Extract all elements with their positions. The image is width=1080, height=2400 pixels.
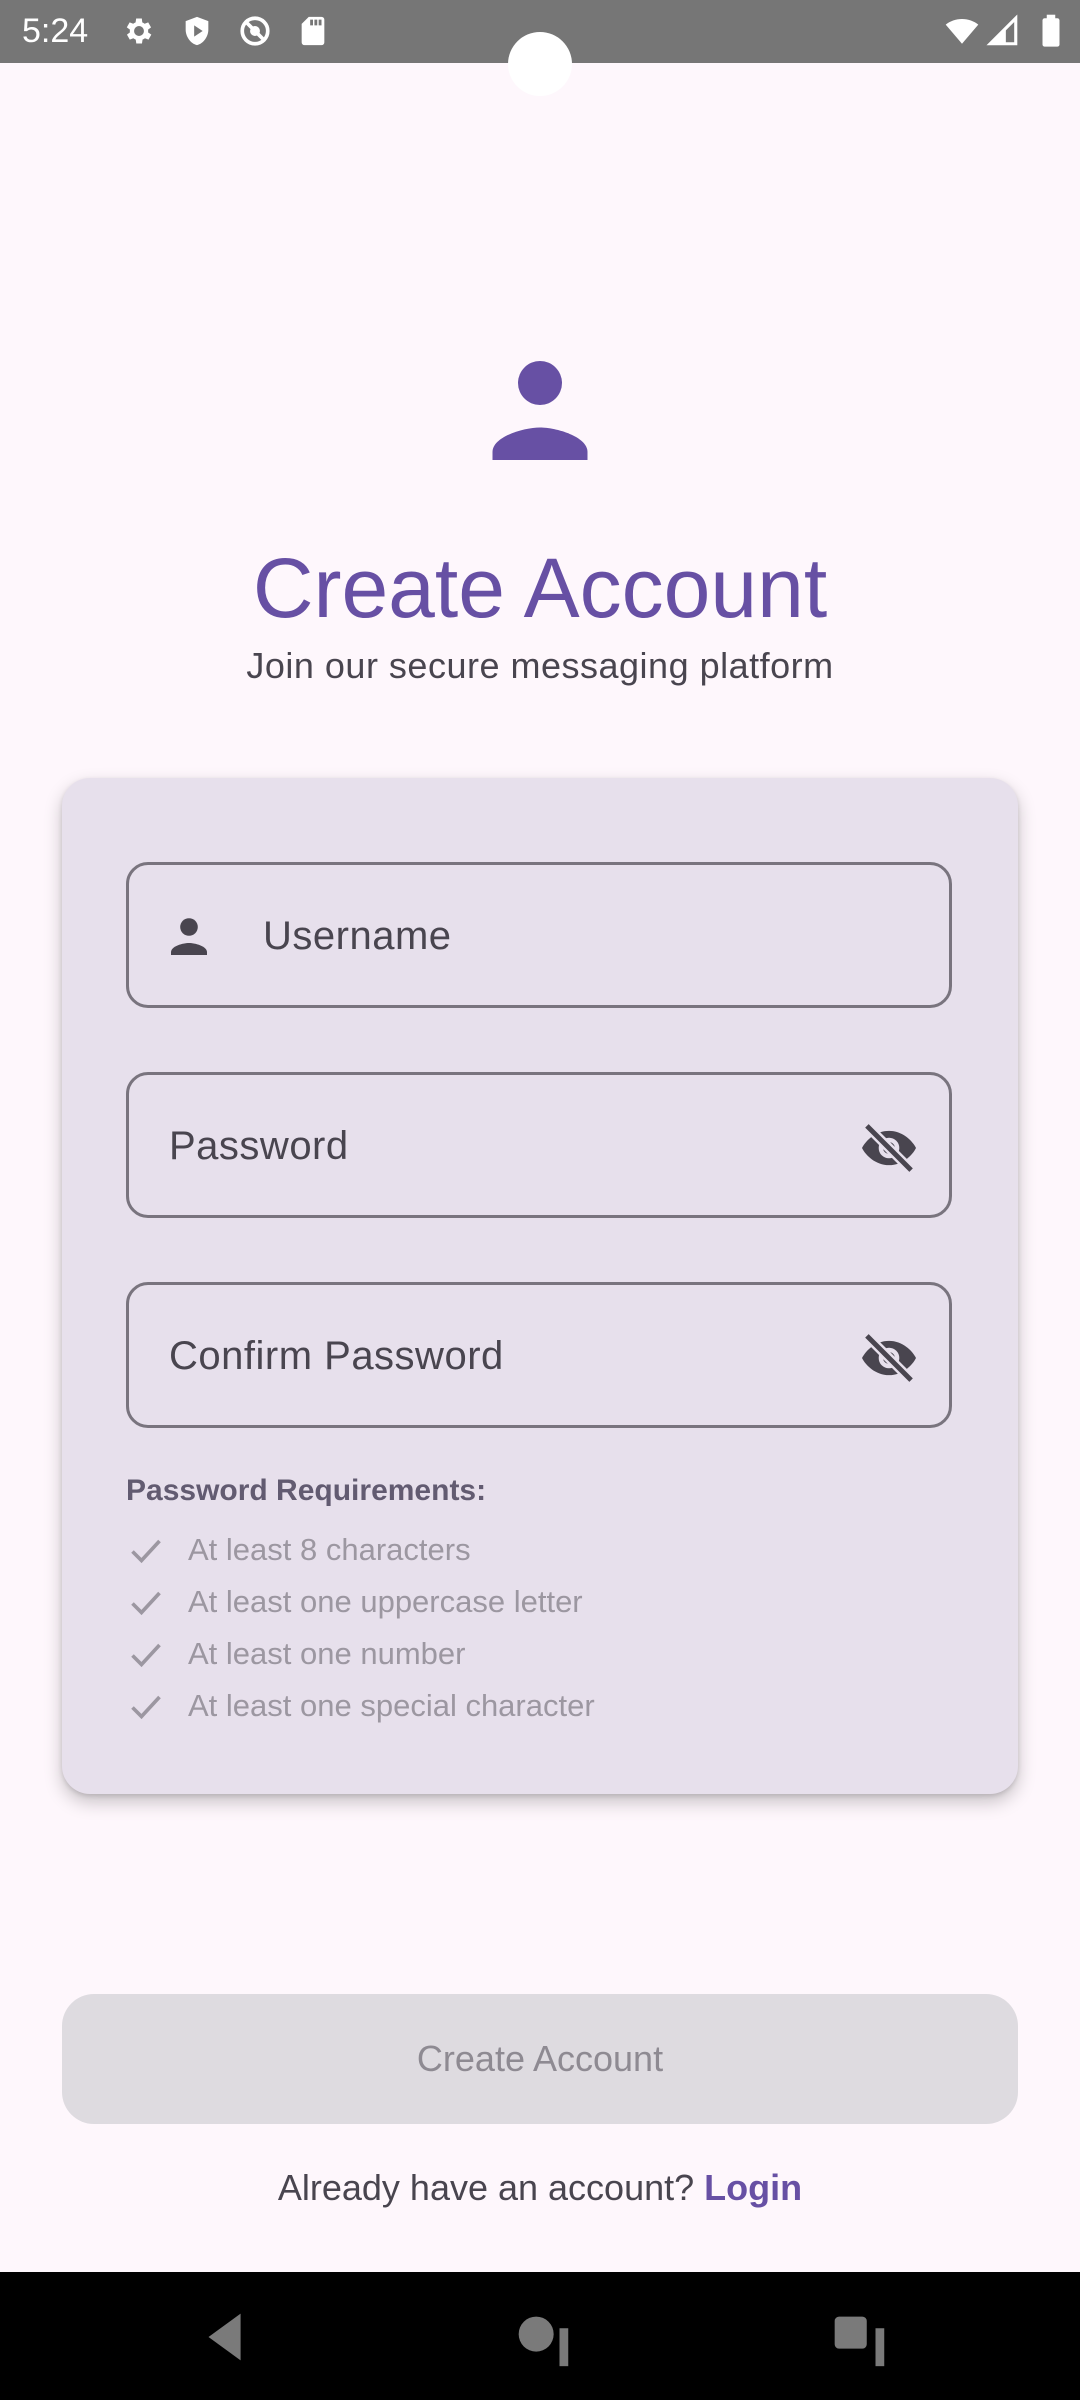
visibility-off-icon[interactable]	[859, 1121, 919, 1175]
sd-card-icon	[301, 16, 325, 46]
gear-icon	[126, 18, 152, 44]
requirement-text: At least one uppercase letter	[188, 1584, 583, 1619]
home-icon[interactable]	[502, 2302, 582, 2372]
requirement-item: At least one number	[126, 1632, 826, 1676]
requirement-item: At least one uppercase letter	[126, 1580, 826, 1624]
login-link[interactable]: Login	[704, 2167, 802, 2208]
person-icon	[171, 918, 207, 955]
username-field[interactable]: Username	[126, 862, 952, 1008]
check-icon	[131, 1591, 161, 1616]
login-prompt-text: Already have an account?	[277, 2167, 695, 2208]
wifi-icon	[945, 18, 979, 44]
check-icon	[131, 1695, 161, 1720]
requirement-text: At least one number	[188, 1636, 466, 1671]
page-subtitle: Join our secure messaging platform	[246, 645, 834, 686]
confirm-password-label: Confirm Password	[169, 1334, 504, 1378]
signal-icon	[986, 14, 1018, 46]
recents-icon[interactable]	[818, 2302, 898, 2372]
create-account-button[interactable]: Create Account	[62, 1994, 1018, 2124]
password-label: Password	[169, 1124, 349, 1168]
requirements-title: Password Requirements:	[126, 1474, 487, 1507]
username-label: Username	[263, 914, 452, 958]
battery-icon	[1042, 14, 1060, 47]
requirement-text: At least 8 characters	[188, 1532, 471, 1567]
status-time: 5:24	[22, 12, 89, 50]
requirement-item: At least one special character	[126, 1684, 826, 1728]
requirement-item: At least 8 characters	[126, 1528, 826, 1572]
password-field[interactable]: Password	[126, 1072, 952, 1218]
page-title: Create Account	[252, 541, 828, 635]
no-disturb-icon	[240, 16, 270, 46]
camera-cutout	[508, 32, 572, 96]
login-prompt-row: Already have an account? Login	[0, 2162, 1080, 2214]
visibility-off-icon[interactable]	[859, 1331, 919, 1385]
requirement-text: At least one special character	[188, 1688, 595, 1723]
signup-form-card: Username Password Confirm Password Passw…	[62, 778, 1018, 1794]
back-icon[interactable]	[186, 2302, 266, 2372]
check-icon	[131, 1539, 161, 1564]
system-navigation-bar	[0, 2272, 1080, 2400]
confirm-password-field[interactable]: Confirm Password	[126, 1282, 952, 1428]
check-icon	[131, 1643, 161, 1668]
shield-play-icon	[185, 16, 209, 46]
person-icon	[492, 361, 588, 460]
